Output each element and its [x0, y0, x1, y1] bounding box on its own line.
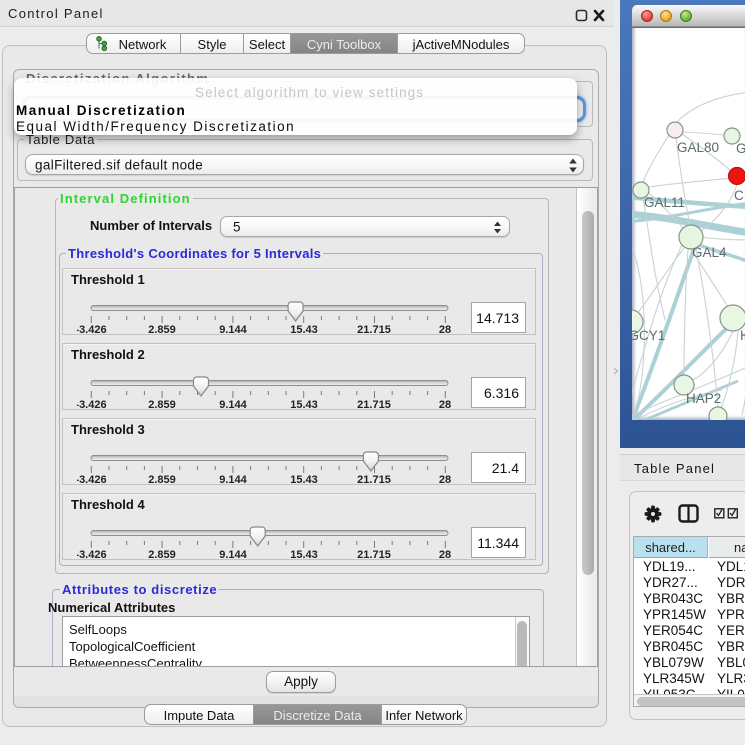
svg-text:21.715: 21.715 — [357, 324, 391, 336]
svg-text:C: C — [734, 188, 744, 203]
svg-text:15.43: 15.43 — [290, 324, 318, 336]
svg-text:2.859: 2.859 — [148, 324, 176, 336]
svg-text:GAL11: GAL11 — [644, 195, 685, 210]
svg-text:28: 28 — [439, 324, 451, 336]
svg-text:GA: GA — [736, 141, 745, 156]
svg-text:GAL80: GAL80 — [677, 140, 719, 155]
svg-text:GAL4: GAL4 — [692, 245, 727, 260]
svg-text:H: H — [740, 328, 745, 343]
svg-text:GCY1: GCY1 — [632, 328, 665, 343]
svg-text:HAP2: HAP2 — [686, 391, 721, 406]
svg-text:-3.426: -3.426 — [77, 324, 107, 336]
svg-text:9.144: 9.144 — [219, 324, 247, 336]
